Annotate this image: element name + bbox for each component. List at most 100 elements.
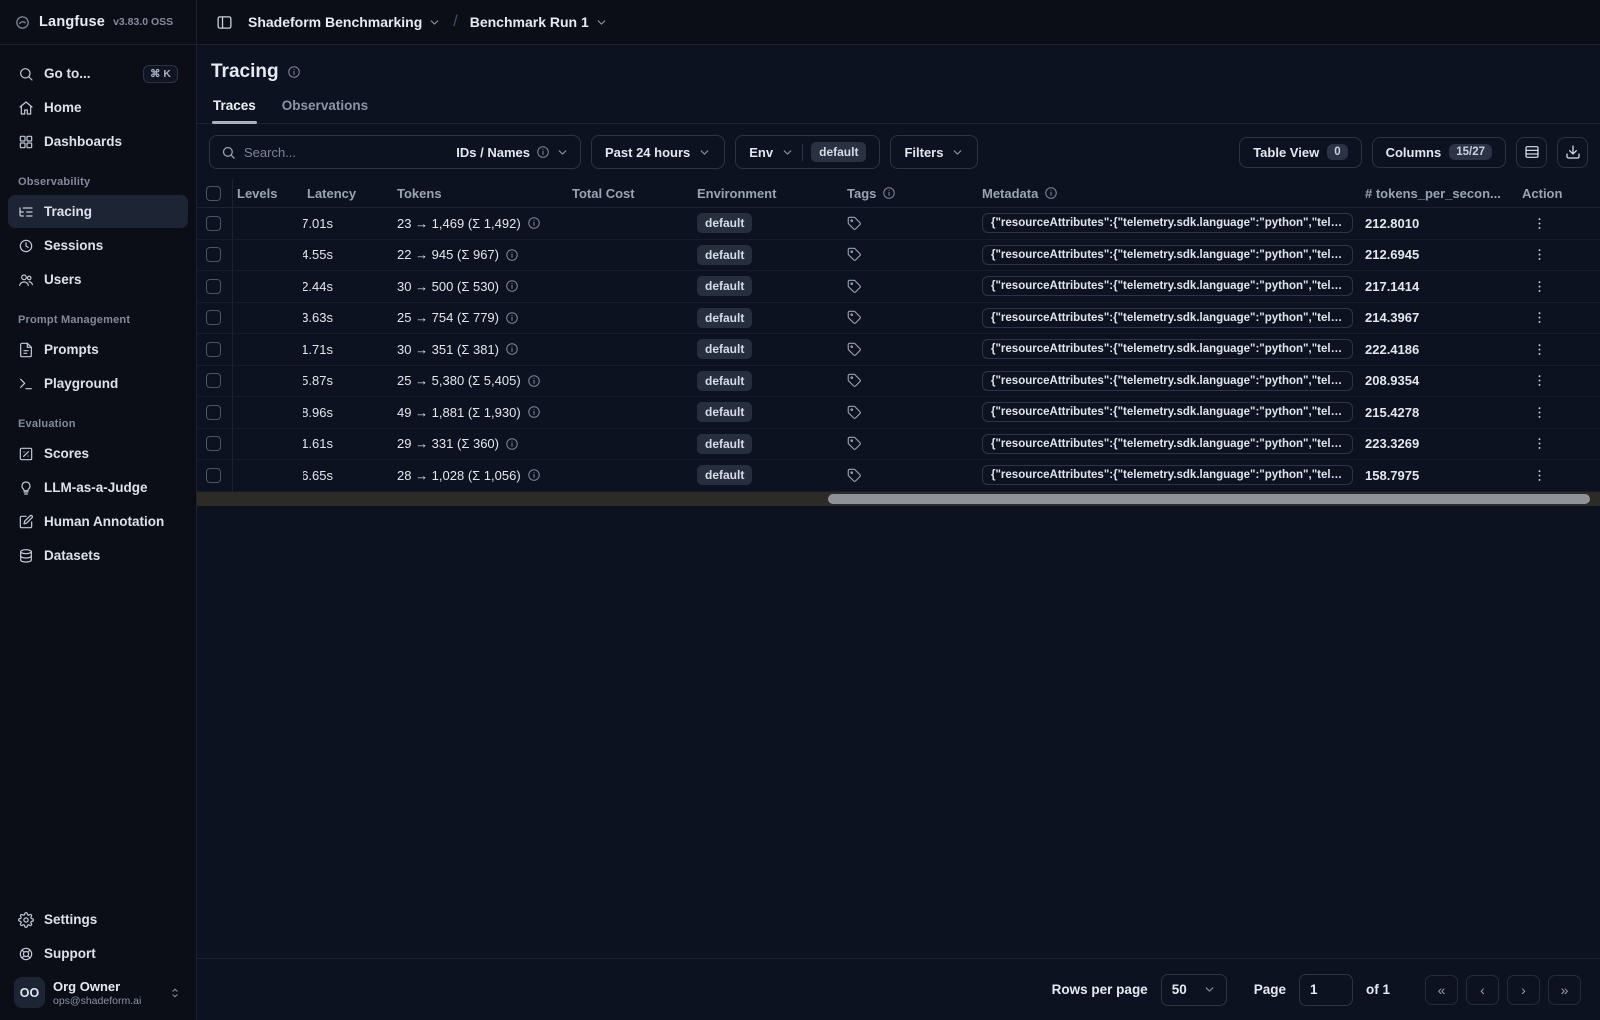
sidebar-item-settings[interactable]: Settings	[8, 903, 188, 936]
columns-button[interactable]: Columns 15/27	[1371, 136, 1506, 168]
metadata-pill[interactable]: {"resourceAttributes":{"telemetry.sdk.la…	[982, 244, 1353, 265]
tag-icon[interactable]	[847, 373, 862, 388]
sidebar-item-go-to[interactable]: Go to... ⌘ K	[8, 57, 188, 90]
sidebar-item-prompts[interactable]: Prompts	[8, 333, 188, 366]
metadata-pill[interactable]: {"resourceAttributes":{"telemetry.sdk.la…	[982, 276, 1353, 297]
last-page-button[interactable]: »	[1548, 974, 1581, 1005]
tab-observations[interactable]: Observations	[281, 91, 369, 123]
table-row[interactable]: 2.44s 30 → 500 (Σ 530) default {"resourceAt…	[197, 271, 1600, 303]
table-row[interactable]: 7.01s 23 → 1,469 (Σ 1,492) default {"resour…	[197, 208, 1600, 240]
sidebar-item-human-annotation[interactable]: Human Annotation	[8, 505, 188, 538]
sidebar-toggle-button[interactable]	[210, 8, 238, 36]
metadata-pill[interactable]: {"resourceAttributes":{"telemetry.sdk.la…	[982, 370, 1353, 391]
rows-per-page-select[interactable]: 50	[1160, 973, 1227, 1006]
row-checkbox[interactable]	[206, 215, 221, 231]
metadata-pill[interactable]: {"resourceAttributes":{"telemetry.sdk.la…	[982, 307, 1353, 328]
sidebar-item-sessions[interactable]: Sessions	[8, 229, 188, 262]
tokens-value: 30 → 500 (Σ 530)	[397, 278, 499, 294]
table-row[interactable]: 1.71s 30 → 351 (Σ 381) default {"resourceAt…	[197, 334, 1600, 366]
environment-badge: default	[697, 465, 753, 486]
info-icon	[527, 405, 541, 419]
select-all-checkbox[interactable]	[206, 185, 221, 201]
row-actions-menu-button[interactable]	[1528, 307, 1550, 329]
row-checkbox[interactable]	[206, 341, 221, 357]
tag-icon[interactable]	[847, 216, 862, 231]
table-view-button[interactable]: Table View 0	[1239, 136, 1362, 168]
sidebar-item-dashboards[interactable]: Dashboards	[8, 125, 188, 158]
scores-icon	[18, 446, 34, 462]
metadata-pill[interactable]: {"resourceAttributes":{"telemetry.sdk.la…	[982, 339, 1353, 360]
filters-dropdown[interactable]: Filters	[890, 135, 979, 169]
metadata-pill[interactable]: {"resourceAttributes":{"telemetry.sdk.la…	[982, 465, 1353, 486]
horizontal-scrollbar[interactable]	[197, 491, 1600, 506]
export-button[interactable]	[1557, 136, 1588, 168]
table-row[interactable]: 3.63s 25 → 754 (Σ 779) default {"resourceAt…	[197, 302, 1600, 334]
cell-levels	[233, 240, 303, 271]
row-checkbox[interactable]	[206, 310, 221, 326]
project-breadcrumb-dropdown[interactable]: Benchmark Run 1	[470, 14, 608, 30]
cell-tags	[843, 334, 978, 365]
tag-icon[interactable]	[847, 436, 862, 451]
tag-icon[interactable]	[847, 342, 862, 357]
previous-page-button[interactable]: ‹	[1466, 974, 1499, 1005]
cell-tokens-per-second: 217.1414	[1361, 271, 1518, 302]
tokens-value: 23 → 1,469 (Σ 1,492)	[397, 215, 521, 231]
page-number-input[interactable]	[1298, 973, 1353, 1006]
sidebar-item-datasets[interactable]: Datasets	[8, 539, 188, 572]
info-icon	[1044, 186, 1058, 200]
row-height-button[interactable]	[1516, 136, 1547, 168]
first-page-button[interactable]: «	[1425, 974, 1458, 1005]
metadata-pill[interactable]: {"resourceAttributes":{"telemetry.sdk.la…	[982, 433, 1353, 454]
row-checkbox[interactable]	[206, 373, 221, 389]
row-actions-menu-button[interactable]	[1528, 275, 1550, 297]
cell-tokens: 30 → 351 (Σ 381)	[393, 334, 568, 365]
row-actions-menu-button[interactable]	[1528, 370, 1550, 392]
table-row[interactable]: 4.55s 22 → 945 (Σ 967) default {"resourceAt…	[197, 239, 1600, 271]
tag-icon[interactable]	[847, 468, 862, 483]
tag-icon[interactable]	[847, 279, 862, 294]
metadata-pill[interactable]: {"resourceAttributes":{"telemetry.sdk.la…	[982, 213, 1353, 234]
row-actions-menu-button[interactable]	[1528, 244, 1550, 266]
cell-tokens: 29 → 331 (Σ 360)	[393, 429, 568, 460]
tab-traces[interactable]: Traces	[212, 91, 257, 124]
row-actions-menu-button[interactable]	[1528, 464, 1550, 486]
row-checkbox[interactable]	[206, 247, 221, 263]
table-row[interactable]: 8.96s 49 → 1,881 (Σ 1,930) default {"resour…	[197, 397, 1600, 429]
sidebar-item-support[interactable]: Support	[8, 937, 188, 970]
sidebar-item-label: LLM-as-a-Judge	[44, 480, 148, 495]
sidebar-item-playground[interactable]: Playground	[8, 367, 188, 400]
sidebar-item-label: Playground	[44, 376, 119, 391]
row-actions-menu-button[interactable]	[1528, 212, 1550, 234]
org-breadcrumb-dropdown[interactable]: Shadeform Benchmarking	[248, 14, 441, 30]
cell-total-cost	[568, 334, 693, 365]
sidebar-item-users[interactable]: Users	[8, 263, 188, 296]
row-checkbox[interactable]	[206, 404, 221, 420]
sidebar-item-llm-as-a-judge[interactable]: LLM-as-a-Judge	[8, 471, 188, 504]
table-row[interactable]: 1.61s 29 → 331 (Σ 360) default {"resourceAt…	[197, 428, 1600, 460]
user-menu[interactable]: OO Org Owner ops@shadeform.ai	[8, 971, 188, 1010]
row-actions-menu-button[interactable]	[1528, 433, 1550, 455]
row-actions-menu-button[interactable]	[1528, 401, 1550, 423]
next-page-button[interactable]: ›	[1507, 974, 1540, 1005]
metadata-pill[interactable]: {"resourceAttributes":{"telemetry.sdk.la…	[982, 402, 1353, 423]
scrollbar-thumb[interactable]	[828, 493, 1590, 504]
tag-icon[interactable]	[847, 247, 862, 262]
langfuse-logo[interactable]: Langfuse v3.83.0 OSS	[0, 0, 196, 45]
table-row[interactable]: 6.65s 28 → 1,028 (Σ 1,056) default {"resour…	[197, 460, 1600, 492]
search-input[interactable]	[244, 144, 449, 160]
sidebar-item-home[interactable]: Home	[8, 91, 188, 124]
tag-icon[interactable]	[847, 405, 862, 420]
time-range-dropdown[interactable]: Past 24 hours	[591, 135, 726, 169]
table-row[interactable]: 25.87s 25 → 5,380 (Σ 5,405) default {"resou…	[197, 365, 1600, 397]
row-checkbox[interactable]	[206, 278, 221, 294]
cell-tokens: 23 → 1,469 (Σ 1,492)	[393, 208, 568, 239]
environment-filter-dropdown[interactable]: Env default	[735, 135, 881, 169]
sidebar-item-scores[interactable]: Scores	[8, 437, 188, 470]
tag-icon[interactable]	[847, 310, 862, 325]
search-box[interactable]: IDs / Names	[209, 135, 581, 169]
row-actions-menu-button[interactable]	[1528, 338, 1550, 360]
row-checkbox[interactable]	[206, 467, 221, 483]
search-scope-dropdown[interactable]: IDs / Names	[456, 145, 569, 160]
sidebar-item-tracing[interactable]: Tracing	[8, 195, 188, 228]
row-checkbox[interactable]	[206, 436, 221, 452]
